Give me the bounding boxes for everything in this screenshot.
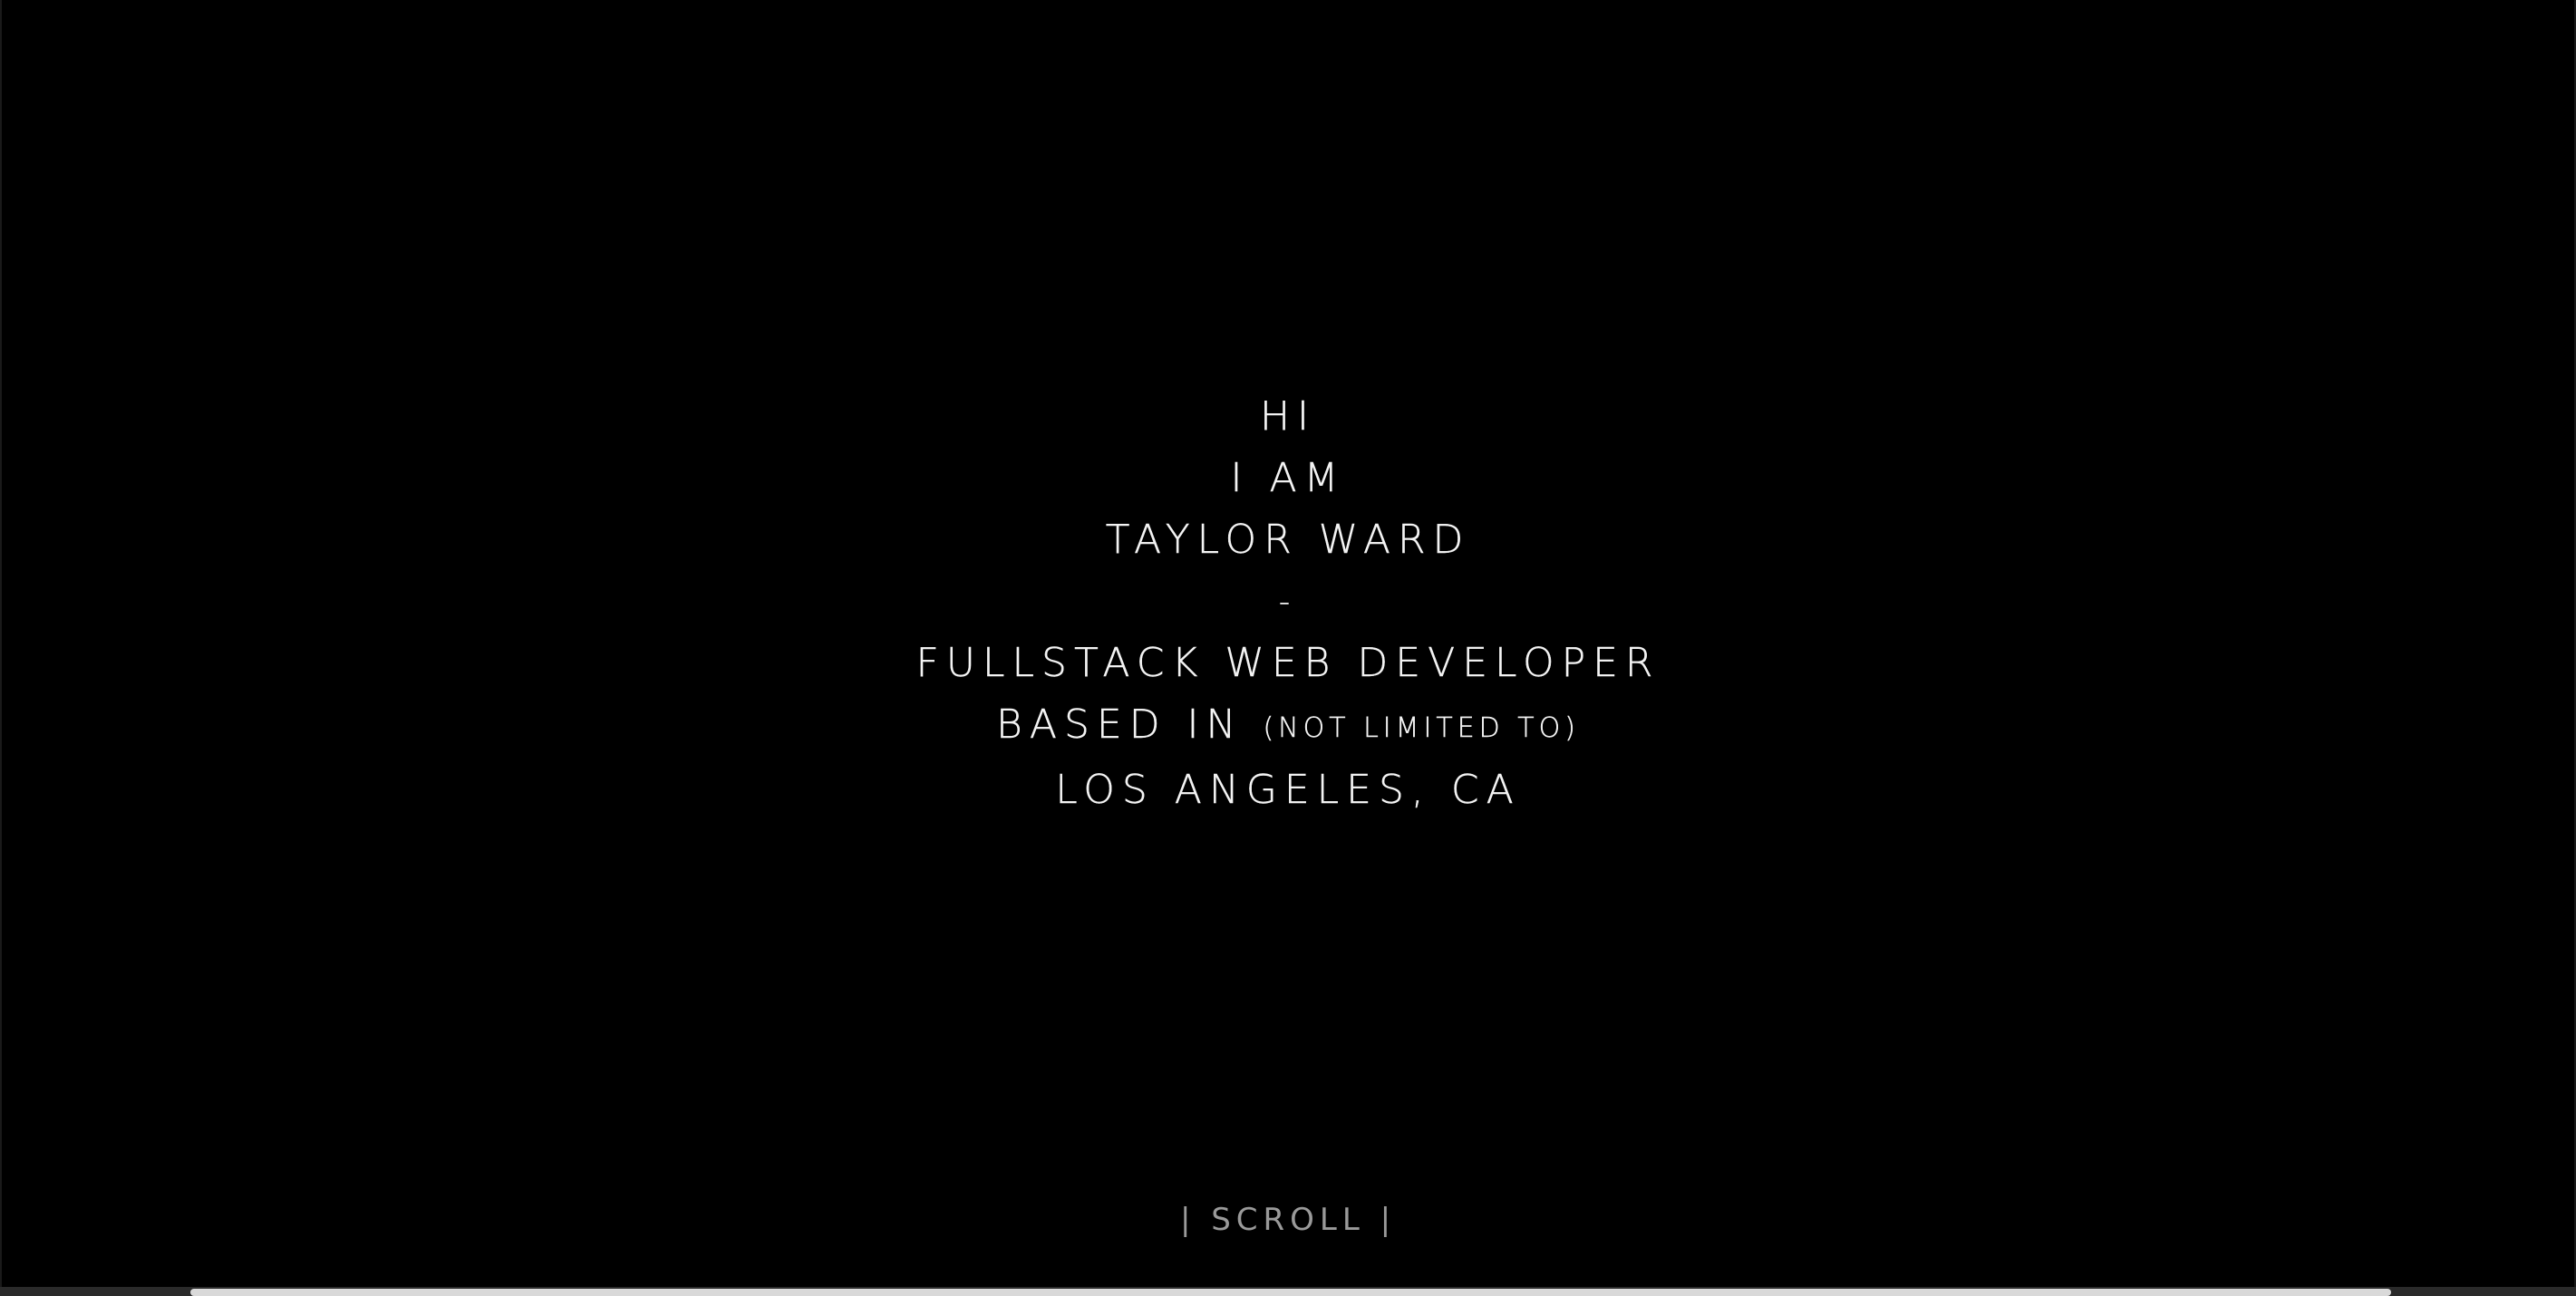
location-text: LOS ANGELES, CA: [1055, 767, 1521, 813]
based-in-text: BASED IN: [996, 701, 1244, 748]
based-in-line: BASED IN (NOT LIMITED TO): [2, 694, 2574, 759]
intro-block: HI I AM TAYLOR WARD - FULLSTACK WEB DEVE…: [2, 386, 2574, 821]
i-am-text: I AM: [1230, 455, 1346, 501]
name-heading: TAYLOR WARD: [1105, 517, 1471, 563]
hero-section: HI I AM TAYLOR WARD - FULLSTACK WEB DEVE…: [0, 0, 2576, 1287]
not-limited-text: (NOT LIMITED TO): [1263, 712, 1580, 744]
horizontal-scrollbar[interactable]: [0, 1287, 2576, 1296]
role-text: FULLSTACK WEB DEVELOPER: [915, 640, 1661, 686]
scrollbar-thumb[interactable]: [190, 1289, 2391, 1296]
scroll-indicator[interactable]: | SCROLL |: [2, 1202, 2574, 1238]
separator-dash: -: [1278, 584, 1298, 620]
greeting-text: HI: [1259, 393, 1317, 440]
